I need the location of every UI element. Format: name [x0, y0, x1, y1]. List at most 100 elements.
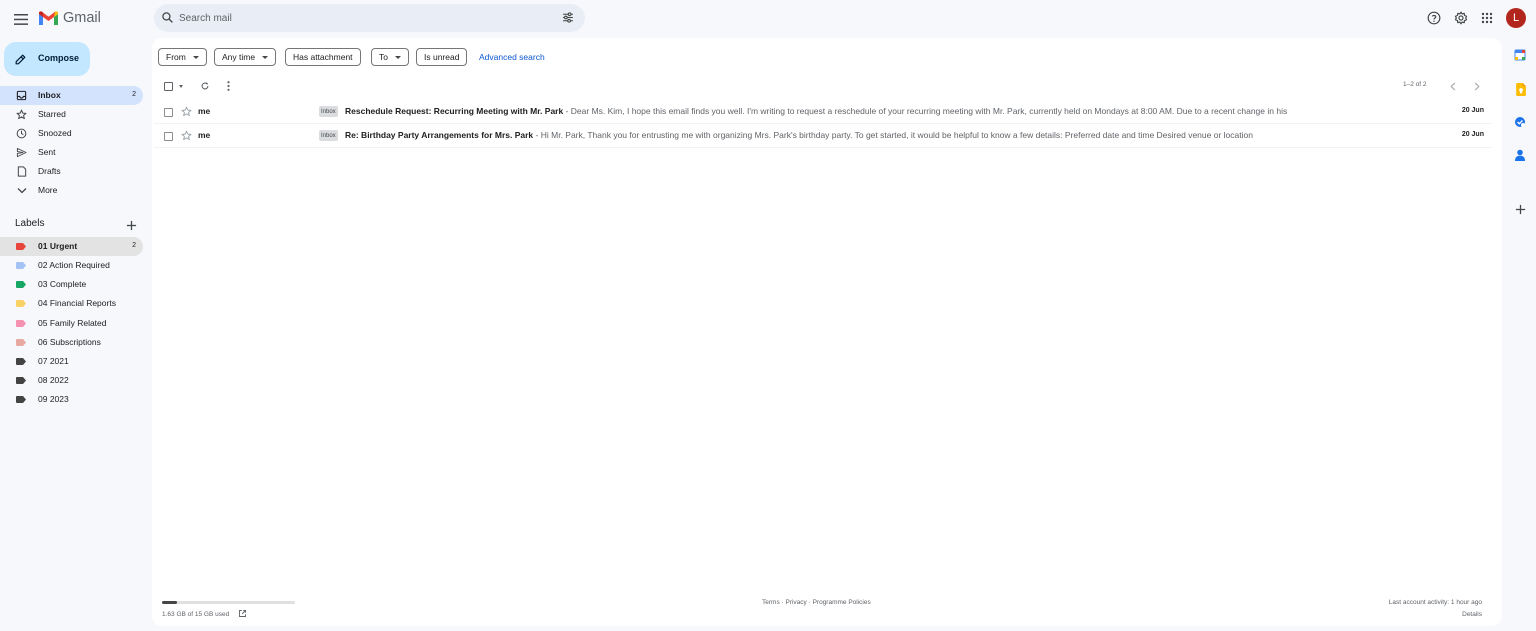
plus-icon — [126, 220, 137, 231]
label-tag-icon — [16, 396, 26, 403]
email-subject: Reschedule Request: Recurring Meeting wi… — [345, 106, 564, 116]
programme-policies-link[interactable]: Programme Policies — [813, 599, 871, 606]
star-icon — [16, 109, 27, 120]
privacy-link[interactable]: Privacy — [785, 599, 806, 606]
label-item-complete[interactable]: 03 Complete — [0, 275, 143, 294]
filter-is-unread-chip[interactable]: Is unread — [416, 48, 468, 66]
top-bar: Gmail L — [0, 0, 1536, 38]
star-icon[interactable] — [181, 106, 192, 117]
gmail-m-icon — [39, 10, 58, 25]
account-avatar[interactable]: L — [1506, 8, 1526, 28]
newer-button[interactable] — [1447, 80, 1459, 92]
get-addons-button[interactable] — [1512, 201, 1528, 217]
refresh-button[interactable] — [199, 80, 211, 92]
main-menu-button[interactable] — [9, 7, 33, 31]
advanced-search-link[interactable]: Advanced search — [479, 52, 545, 62]
row-checkbox[interactable] — [164, 132, 173, 141]
email-content: Reschedule Request: Recurring Meeting wi… — [345, 106, 1445, 116]
label-item-family-related[interactable]: 05 Family Related — [0, 314, 143, 333]
inbox-badge[interactable]: Inbox — [319, 130, 338, 141]
search-bar[interactable] — [154, 4, 585, 32]
nav-label: Inbox — [38, 90, 61, 100]
email-date: 20 Jun — [1461, 107, 1484, 114]
nav-label: Starred — [38, 109, 66, 119]
select-all-checkbox[interactable] — [162, 80, 174, 92]
filter-has-attachment-chip[interactable]: Has attachment — [285, 48, 361, 66]
label-item-financial-reports[interactable]: 04 Financial Reports — [0, 294, 143, 313]
filter-to-chip[interactable]: To — [371, 48, 409, 66]
email-snippet: Dear Ms. Kim, I hope this email finds yo… — [570, 106, 1288, 116]
nav-item-more[interactable]: More — [0, 181, 143, 200]
nav-item-sent[interactable]: Sent — [0, 143, 143, 162]
nav-label: Sent — [38, 147, 56, 157]
calendar-app-button[interactable] — [1512, 47, 1528, 63]
email-date: 20 Jun — [1461, 131, 1484, 138]
label-name: 06 Subscriptions — [38, 337, 101, 347]
compose-button[interactable]: Compose — [4, 42, 90, 76]
label-name: 07 2021 — [38, 356, 69, 366]
email-sender: me — [198, 106, 211, 116]
create-label-button[interactable] — [126, 218, 137, 231]
keep-app-button[interactable] — [1512, 81, 1528, 97]
more-vert-icon — [226, 81, 230, 91]
search-icon[interactable] — [161, 11, 174, 24]
chevron-right-icon — [1474, 81, 1480, 91]
storage-meter — [162, 601, 295, 604]
label-item-2022[interactable]: 08 2022 — [0, 371, 143, 390]
apps-button[interactable] — [1478, 9, 1496, 27]
nav-item-starred[interactable]: Starred — [0, 105, 143, 124]
label-name: 01 Urgent — [38, 241, 78, 251]
chevron-down-icon — [16, 185, 27, 196]
nav-item-inbox[interactable]: Inbox 2 — [0, 86, 143, 105]
label-name: 08 2022 — [38, 375, 69, 385]
refresh-icon — [201, 82, 209, 90]
tasks-app-button[interactable] — [1512, 114, 1528, 130]
label-item-action-required[interactable]: 02 Action Required — [0, 256, 143, 275]
contacts-app-button[interactable] — [1512, 147, 1528, 163]
email-snippet: Hi Mr. Park, Thank you for entrusting me… — [540, 130, 1253, 140]
label-tag-icon — [16, 377, 26, 384]
label-tag-icon — [16, 300, 26, 307]
filter-any-time-chip[interactable]: Any time — [214, 48, 277, 66]
pencil-icon — [15, 54, 26, 65]
label-item-2023[interactable]: 09 2023 — [0, 390, 143, 409]
nav-label: More — [38, 185, 58, 195]
chip-label: Has attachment — [293, 52, 353, 62]
nav-item-drafts[interactable]: Drafts — [0, 162, 143, 181]
label-count: 2 — [132, 242, 136, 249]
inbox-icon — [16, 90, 27, 101]
older-button[interactable] — [1471, 80, 1483, 92]
details-link[interactable]: Details — [1462, 611, 1482, 618]
terms-link[interactable]: Terms — [762, 599, 780, 606]
label-name: 09 2023 — [38, 394, 69, 404]
last-activity: Last account activity: 1 hour ago — [1388, 599, 1482, 606]
search-input[interactable] — [179, 4, 559, 32]
caret-down-icon — [394, 55, 401, 59]
plus-icon — [1515, 204, 1525, 214]
label-item-2021[interactable]: 07 2021 — [0, 352, 143, 371]
inbox-badge[interactable]: Inbox — [319, 106, 338, 117]
settings-button[interactable] — [1452, 9, 1470, 27]
support-button[interactable] — [1425, 9, 1443, 27]
search-options-icon[interactable] — [561, 11, 575, 24]
subject-separator: - — [533, 130, 541, 140]
checkbox-icon — [163, 81, 173, 91]
label-tag-icon — [16, 339, 26, 346]
caret-down-icon — [179, 84, 183, 88]
email-row[interactable]: me Inbox Re: Birthday Party Arrangements… — [154, 124, 1492, 148]
label-tag-icon — [16, 320, 26, 327]
gmail-logo[interactable]: Gmail — [38, 10, 101, 26]
star-icon[interactable] — [181, 130, 192, 141]
open-in-new-icon[interactable] — [238, 609, 247, 618]
email-row[interactable]: me Inbox Reschedule Request: Recurring M… — [154, 100, 1492, 124]
contacts-icon — [1515, 149, 1525, 161]
filter-from-chip[interactable]: From — [158, 48, 207, 66]
label-item-subscriptions[interactable]: 06 Subscriptions — [0, 333, 143, 352]
select-dropdown[interactable] — [175, 80, 187, 92]
nav-item-snoozed[interactable]: Snoozed — [0, 124, 143, 143]
label-item-urgent[interactable]: 01 Urgent 2 — [0, 237, 143, 256]
clock-icon — [16, 128, 27, 139]
draft-icon — [16, 166, 27, 177]
more-options-button[interactable] — [222, 80, 234, 92]
row-checkbox[interactable] — [164, 108, 173, 117]
